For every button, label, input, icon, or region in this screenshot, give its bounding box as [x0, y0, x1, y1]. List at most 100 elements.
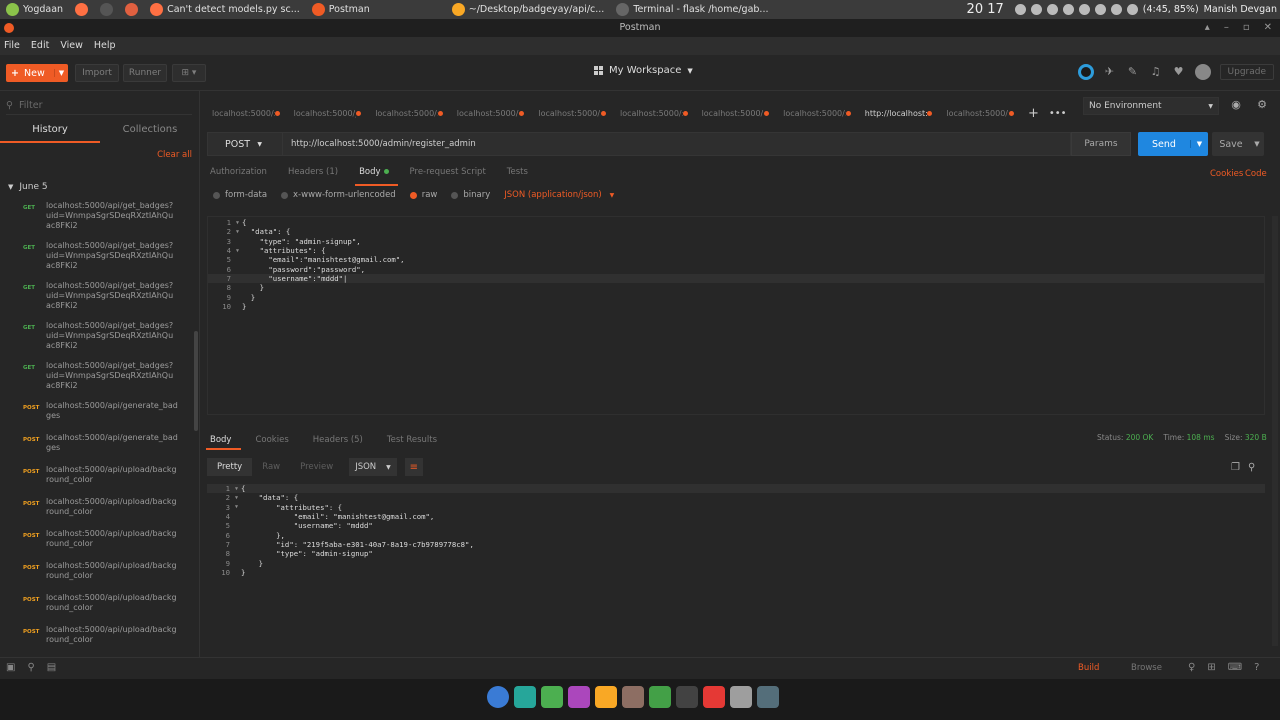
bug-icon[interactable]	[1078, 4, 1090, 15]
main-scrollbar[interactable]	[1272, 216, 1278, 646]
gear-icon[interactable]: ⚙	[1254, 97, 1270, 113]
dock-app-icon[interactable]	[568, 686, 590, 708]
menu-file[interactable]: File	[4, 37, 20, 55]
chevron-down-icon[interactable]: ▼	[1190, 140, 1208, 148]
request-tab[interactable]: localhost:5000/:	[696, 101, 778, 125]
history-item[interactable]: POST localhost:5000/api/upload/background…	[0, 497, 196, 529]
browse-tab[interactable]: Browse	[1131, 663, 1162, 673]
code-link[interactable]: Code	[1245, 169, 1267, 179]
fold-arrow-icon[interactable]: ▼	[233, 248, 242, 254]
taskbar-item[interactable]: ~/Desktop/badgeyay/api/c...	[446, 0, 611, 19]
view-pretty-button[interactable]: Pretty	[207, 458, 253, 476]
history-item[interactable]: POST localhost:5000/api/upload/background…	[0, 529, 196, 561]
dock-app-icon[interactable]	[757, 686, 779, 708]
request-tab[interactable]: http://localhost:	[859, 101, 941, 125]
new-button[interactable]: + New ▼	[6, 64, 68, 82]
content-type-select[interactable]: JSON (application/json) ▼	[504, 190, 614, 200]
url-input[interactable]: http://localhost:5000/admin/register_adm…	[283, 132, 1071, 156]
history-item[interactable]: POST localhost:5000/api/generate_badges	[0, 433, 196, 465]
dock-app-icon[interactable]	[595, 686, 617, 708]
response-format-select[interactable]: JSON ▼	[349, 458, 397, 476]
build-tab[interactable]: Build	[1078, 663, 1099, 673]
taskbar-item[interactable]	[119, 0, 144, 19]
tab-history[interactable]: History	[0, 118, 100, 143]
dock-app-icon[interactable]	[730, 686, 752, 708]
bluetooth-icon[interactable]	[1014, 4, 1026, 15]
copy-icon[interactable]: ❐	[1231, 462, 1240, 473]
keyboard-icon[interactable]: ⌨	[1228, 662, 1242, 673]
history-item[interactable]: POST localhost:5000/api/generate_badges	[0, 401, 196, 433]
method-select[interactable]: POST ▼	[207, 132, 283, 156]
sidebar-scrollbar[interactable]	[194, 331, 198, 431]
environment-select[interactable]: No Environment ▼	[1083, 97, 1219, 115]
add-tab-icon[interactable]: +	[1028, 106, 1039, 121]
request-tab[interactable]: localhost:5000/:	[614, 101, 696, 125]
save-button[interactable]: Save ▼	[1212, 132, 1264, 156]
bluetooth-icon[interactable]	[1110, 4, 1122, 15]
history-item[interactable]: GET localhost:5000/api/get_badges?uid=Wnm…	[0, 281, 196, 321]
history-item[interactable]: GET localhost:5000/api/get_badges?uid=Wnm…	[0, 241, 196, 281]
history-item[interactable]: POST localhost:5000/api/upload/background…	[0, 561, 196, 593]
cookies-link[interactable]: Cookies	[1210, 169, 1243, 179]
menu-edit[interactable]: Edit	[31, 37, 49, 55]
avatar[interactable]	[1194, 64, 1211, 80]
taskbar-item[interactable]: Postman	[306, 0, 376, 19]
wrench-icon[interactable]: ✎	[1126, 65, 1140, 79]
history-item[interactable]: GET localhost:5000/api/get_badges?uid=Wnm…	[0, 201, 196, 241]
request-body-editor[interactable]: 1 ▼{2 ▼ "data": {3 "type": "admin-signup",…	[207, 216, 1265, 415]
fold-arrow-icon[interactable]: ▼	[232, 504, 241, 510]
workspace-selector[interactable]: My Workspace ▼	[594, 65, 693, 76]
search-icon[interactable]: ⚲	[27, 662, 34, 673]
layout-icon[interactable]: ⊞	[1207, 662, 1215, 673]
request-tab[interactable]: localhost:5000/:	[206, 101, 288, 125]
wrap-lines-icon[interactable]: ≡	[404, 458, 423, 476]
request-subtab[interactable]: Headers (1)	[288, 167, 359, 183]
sidebar-toggle-icon[interactable]: ▣	[6, 662, 15, 673]
sync-icon[interactable]	[1077, 64, 1094, 80]
dock-app-icon[interactable]	[649, 686, 671, 708]
response-body-viewer[interactable]: 1 ▼{2 ▼ "data": {3 ▼ "attributes": {4 "emai…	[207, 484, 1265, 650]
request-subtab[interactable]: Pre-request Script	[410, 167, 507, 183]
request-tab[interactable]: localhost:5000/:	[532, 101, 614, 125]
request-subtab[interactable]: Tests	[507, 167, 549, 183]
body-type-radio[interactable]: binary	[451, 190, 490, 200]
dock-app-icon[interactable]	[514, 686, 536, 708]
dock-app-icon[interactable]	[487, 686, 509, 708]
dock-app-icon[interactable]	[622, 686, 644, 708]
bulb-icon[interactable]: ♀	[1188, 662, 1195, 673]
taskbar-item[interactable]: Can't detect models.py sc...	[144, 0, 306, 19]
history-item[interactable]: POST localhost:5000/api/upload/background…	[0, 593, 196, 625]
import-button[interactable]: Import	[75, 64, 119, 82]
dock-app-icon[interactable]	[541, 686, 563, 708]
fold-arrow-icon[interactable]: ▼	[233, 229, 242, 235]
menu-help[interactable]: Help	[94, 37, 116, 55]
response-tab[interactable]: Cookies	[255, 435, 312, 445]
runner-button[interactable]: Runner	[123, 64, 167, 82]
minimize-icon[interactable]: ▴	[1205, 19, 1210, 37]
fold-arrow-icon[interactable]: ▼	[232, 486, 241, 492]
body-type-radio[interactable]: x-www-form-urlencoded	[281, 190, 396, 200]
console-icon[interactable]: ▤	[47, 662, 56, 673]
taskbar-item[interactable]: Yogdaan	[0, 0, 69, 19]
dock-app-icon[interactable]	[703, 686, 725, 708]
bell-icon[interactable]: ♫	[1149, 65, 1163, 79]
battery-icon[interactable]	[1126, 4, 1138, 15]
request-subtab[interactable]: Body	[355, 167, 409, 186]
history-item[interactable]: GET localhost:5000/api/get_badges?uid=Wnm…	[0, 321, 196, 361]
tab-collections[interactable]: Collections	[100, 118, 199, 143]
response-tab[interactable]: Headers (5)	[313, 435, 387, 445]
taskbar-item[interactable]: Terminal - flask /home/gab...	[610, 0, 774, 19]
eye-icon[interactable]: ◉	[1228, 97, 1244, 113]
body-type-radio[interactable]: form-data	[213, 190, 267, 200]
chrome-icon[interactable]	[1046, 4, 1058, 15]
params-button[interactable]: Params	[1071, 132, 1131, 156]
user-name[interactable]: Manish Devgan	[1204, 4, 1277, 15]
close-icon[interactable]: ✕	[1264, 19, 1272, 37]
star-icon[interactable]	[1030, 4, 1042, 15]
request-subtab[interactable]: Authorization	[210, 167, 288, 183]
help-icon[interactable]: ?	[1254, 662, 1259, 673]
chevron-down-icon[interactable]: ▼	[1250, 140, 1264, 148]
history-date-group[interactable]: ▼ June 5	[8, 182, 48, 192]
history-item[interactable]: GET localhost:5000/api/get_badges?uid=Wnm…	[0, 361, 196, 401]
more-icon[interactable]: •••	[1049, 108, 1067, 119]
